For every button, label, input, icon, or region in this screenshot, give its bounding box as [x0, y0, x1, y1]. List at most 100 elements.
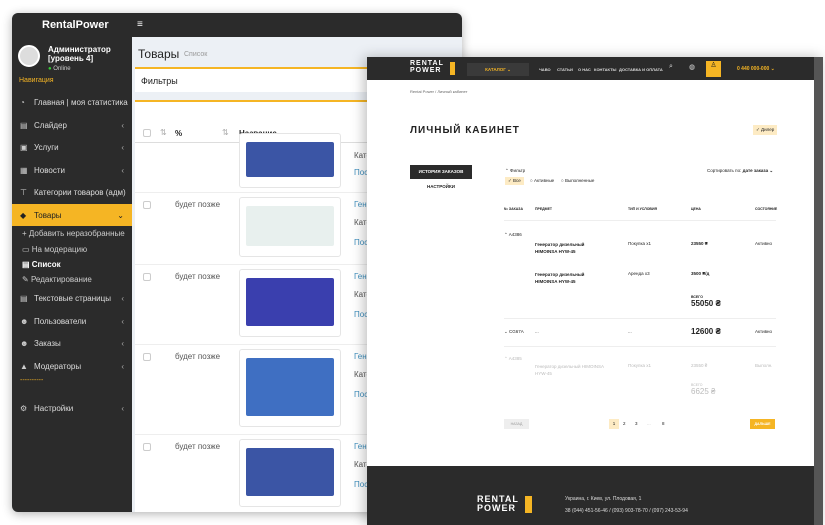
tab-settings[interactable]: НАСТРОЙКИ [410, 184, 472, 189]
admin-brand: RentalPower [42, 19, 109, 31]
page-2[interactable]: 2 [623, 421, 626, 426]
user-name: Администратор [48, 45, 111, 54]
column-percent[interactable]: % [175, 129, 182, 138]
filter-active[interactable]: ○ Активные [530, 178, 554, 183]
row-checkbox[interactable] [143, 443, 151, 451]
cogs-icon: ⚙ [20, 403, 28, 413]
filter-all[interactable]: ✓ Все [505, 177, 524, 185]
order-status: Активно [755, 329, 772, 334]
chevron-left-icon: ‹ [121, 316, 124, 326]
sort-icon[interactable]: ⇅ [222, 128, 229, 137]
nav-item-services[interactable]: ▣ Услуги ‹ [12, 136, 132, 158]
order-price: 23550 ₴ [691, 241, 708, 246]
nav-item-dashboard[interactable]: ◔ Главная | моя статистика [12, 91, 132, 113]
order-type: ... [628, 329, 632, 334]
prev-button[interactable]: НАЗАД [504, 419, 529, 429]
product-image [239, 439, 341, 507]
hamburger-menu-icon[interactable]: ≡ [137, 19, 143, 30]
order-status: Активно [755, 241, 772, 246]
site-logo[interactable]: RENTAL POWER [410, 60, 455, 75]
nav-label: Пользователи [34, 316, 87, 326]
footer-address: Украина, г. Киев, ул. Плодовая, 1 [565, 496, 642, 502]
filter-toggle[interactable]: ⌃ Фильтр [505, 168, 525, 174]
cart-icon[interactable]: ◍ [689, 63, 695, 71]
chevron-down-icon: ⌄ [117, 210, 124, 220]
site-header: RENTAL POWER КАТАЛОГ ⌄ ЧАВО СТАТЬИ О НАС … [367, 57, 814, 80]
header-order: № ЗАКАЗА [504, 207, 523, 211]
tag-icon: ◆ [20, 210, 27, 220]
breadcrumb[interactable]: Rental Power / Личный кабинет [410, 89, 467, 94]
nav-item-users[interactable]: ☻ Пользователи ‹ [12, 310, 132, 332]
row-checkbox[interactable] [143, 353, 151, 361]
submenu-edit[interactable]: ✎ Редактирование [22, 275, 92, 284]
submenu-add-unsorted[interactable]: + Добавить неразобранные [22, 229, 125, 238]
order-type: Покупка x1 [628, 241, 652, 246]
row-checkbox[interactable] [143, 201, 151, 209]
nav-item-news[interactable]: ▦ Новости ‹ [12, 159, 132, 181]
select-all-checkbox[interactable] [143, 129, 151, 137]
page-3[interactable]: 3 [635, 421, 638, 426]
tab-order-history[interactable]: ИСТОРИЯ ЗАКАЗОВ [410, 165, 472, 179]
nav-item-pages[interactable]: ▤ Текстовые страницы ‹ [12, 287, 132, 309]
menu-contacts[interactable]: КОНТАКТЫ [594, 67, 616, 72]
page-1[interactable]: 1 [609, 419, 619, 429]
chevron-left-icon: ‹ [121, 165, 124, 175]
dashboard-icon: ◔ [20, 97, 25, 107]
nav-label: Главная | моя статистика [34, 97, 128, 107]
nav-item-moderators[interactable]: ▲ Модераторы ‹ [12, 355, 132, 377]
next-button[interactable]: ДАЛЬШЕ [750, 419, 775, 429]
chevron-left-icon: ‹ [121, 338, 124, 348]
filter-done[interactable]: ○ Выполненные [561, 178, 594, 183]
order-price: 23550 ₴ [691, 363, 708, 368]
menu-faq[interactable]: ЧАВО [539, 67, 551, 72]
row-checkbox[interactable] [143, 273, 151, 281]
account-icon[interactable]: ♙ [706, 61, 721, 77]
product-image [239, 133, 341, 188]
file-icon: ▤ [20, 120, 28, 130]
user-status: Online [53, 66, 71, 72]
catalog-button[interactable]: КАТАЛОГ ⌄ [467, 63, 529, 76]
chevron-left-icon: ‹ [121, 361, 124, 371]
page-ellipsis: ... [647, 421, 651, 426]
briefcase-icon: ▣ [20, 142, 28, 152]
order-id[interactable]: ⌄ CG67A [504, 329, 524, 335]
menu-delivery[interactable]: ДОСТАВКА И ОПЛАТА [619, 67, 663, 72]
submenu-list[interactable]: ▤ Список [22, 260, 61, 269]
logo-line: POWER [477, 502, 517, 513]
row-percent: будет позже [175, 352, 221, 361]
page-title: Товары [138, 47, 180, 61]
order-id[interactable]: ⌃ A4386 [504, 232, 522, 238]
nav-item-settings[interactable]: ⚙ Настройки ‹ [12, 397, 132, 419]
site-footer: RENTAL POWER Украина, г. Киев, ул. Плодов… [367, 466, 814, 525]
order-status: Выполн. [755, 363, 773, 368]
nav-item-orders[interactable]: ☻ Заказы ‹ [12, 332, 132, 354]
users-icon: ☻ [20, 338, 29, 348]
sort-select[interactable]: дате заказа ⌄ [743, 168, 774, 173]
file-icon: ▤ [20, 293, 28, 303]
lock-icon: ▲ [20, 361, 28, 371]
search-icon[interactable]: ⌕ [669, 63, 673, 71]
submenu-moderation[interactable]: ▭ На модерацию [22, 245, 87, 254]
header-status: СОСТОЯНИЕ [755, 207, 778, 211]
nav-header: Навигация [19, 77, 54, 84]
menu-articles[interactable]: СТАТЬИ [557, 67, 573, 72]
order-item: Генератор дизельный HIMOINSA HYW-45 [535, 364, 604, 376]
nav-label: Модераторы [34, 361, 82, 371]
row-percent: будет позже [175, 442, 221, 451]
header-price: ЦЕНА [691, 207, 701, 211]
product-image [239, 197, 341, 257]
page-8[interactable]: 8 [662, 421, 665, 426]
sort-icon[interactable]: ⇅ [160, 128, 167, 137]
nav-item-slider[interactable]: ▤ Слайдер ‹ [12, 114, 132, 136]
nav-item-products[interactable]: ◆ Товары ⌄ [12, 204, 132, 226]
order-id[interactable]: ⌃ A4385 [504, 356, 522, 362]
order-type: Аренда x3 [628, 271, 650, 276]
sort-label: Сортировать по: [707, 168, 742, 173]
phone-link[interactable]: 0 440 000-000 ⌄ [737, 66, 775, 72]
nav-label: Заказы [34, 338, 61, 348]
submenu-label: Список [31, 260, 61, 269]
nav-item-categories[interactable]: ⊤ Категории товаров (адм) [12, 181, 132, 203]
scrollbar[interactable] [814, 57, 823, 525]
newspaper-icon: ▦ [20, 165, 28, 175]
menu-about[interactable]: О НАС [578, 67, 591, 72]
